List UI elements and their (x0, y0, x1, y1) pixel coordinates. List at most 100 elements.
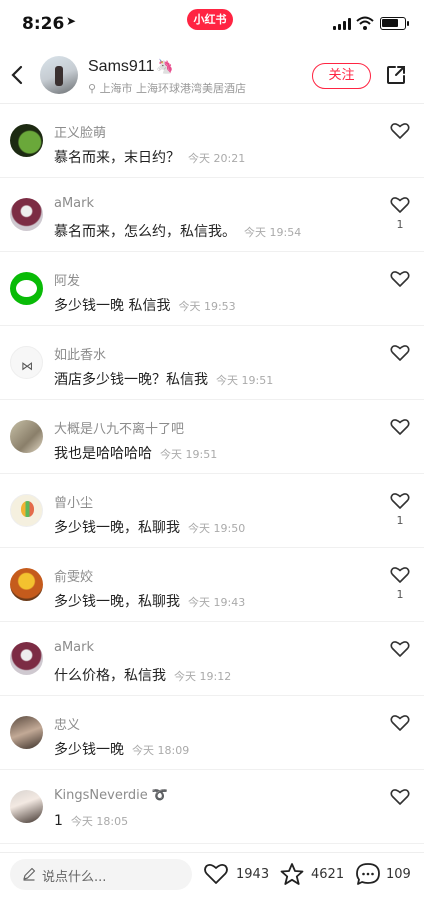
share-icon[interactable] (385, 64, 407, 86)
comment-time: 今天 19:50 (188, 522, 246, 535)
commenter-name[interactable]: 大概是八九不离十了吧 (54, 418, 184, 437)
commenter-avatar[interactable] (10, 790, 43, 823)
like-total: 1943 (236, 867, 270, 882)
like-count: 1 (396, 218, 404, 231)
heart-icon[interactable] (390, 418, 410, 436)
heart-icon[interactable] (390, 640, 410, 658)
comment-item[interactable]: KingsNeverdie ➰ 1 今天 18:05 (0, 770, 424, 844)
commenter-avatar[interactable] (10, 716, 43, 749)
heart-icon[interactable] (390, 492, 410, 510)
comment-text: 多少钱一晚 私信我 (54, 298, 171, 314)
comment-time: 今天 20:21 (188, 152, 246, 165)
comment-text-row[interactable]: 酒店多少钱一晚？私信我 今天 19:51 (54, 369, 273, 389)
comment-time: 今天 19:54 (244, 226, 302, 239)
commenter-name[interactable]: aMark (54, 640, 94, 655)
comment-text-row[interactable]: 多少钱一晚，私聊我 今天 19:43 (54, 591, 245, 611)
signal-icon (333, 18, 353, 30)
status-bar: 8:26 ➤ 小红书 (0, 0, 424, 44)
commenter-name[interactable]: 阿发 (54, 270, 80, 289)
comment-item[interactable]: 阿发 多少钱一晚 私信我 今天 19:53 (0, 252, 424, 326)
commenter-avatar[interactable] (10, 642, 43, 675)
comment-item[interactable]: aMark 什么价格，私信我 今天 19:12 (0, 622, 424, 696)
comment-text-row[interactable]: 慕名而来，怎么约，私信我。 今天 19:54 (54, 221, 301, 241)
heart-icon[interactable] (390, 344, 410, 362)
comment-text-row[interactable]: 什么价格，私信我 今天 19:12 (54, 665, 231, 685)
comment-text-row[interactable]: 慕名而来，末日约？ 今天 20:21 (54, 147, 245, 167)
balloon-icon (21, 501, 34, 517)
comment-time: 今天 18:05 (70, 815, 129, 828)
app-badge: 小红书 (187, 9, 233, 30)
comment-text: 1 (54, 813, 63, 829)
post-header: Sams911 🦄 ⚲ 上海市 上海环球港湾美居酒店 关注 (0, 48, 424, 104)
comment-item[interactable]: 曾小尘 多少钱一晚，私聊我 今天 19:50 1 (0, 474, 424, 548)
comment-text-row[interactable]: 多少钱一晚，私聊我 今天 19:50 (54, 517, 245, 537)
commenter-name[interactable]: 忠义 (54, 714, 80, 733)
commenter-avatar[interactable] (10, 420, 43, 453)
comment-item[interactable]: aMark 慕名而来，怎么约，私信我。 今天 19:54 1 (0, 178, 424, 252)
heart-icon[interactable] (390, 714, 410, 732)
comment-text: 多少钱一晚 (54, 742, 124, 758)
commenter-avatar[interactable] (10, 198, 43, 231)
commenter-avatar[interactable] (10, 124, 43, 157)
comment-item[interactable]: 大概是八九不离十了吧 我也是哈哈哈哈 今天 19:51 (0, 400, 424, 474)
heart-icon[interactable] (390, 788, 410, 806)
commenter-name[interactable]: 如此香水 (54, 344, 106, 363)
commenter-name[interactable]: 正义脸萌 (54, 122, 106, 141)
wechat-icon (16, 280, 37, 297)
comment-time: 今天 19:43 (188, 596, 246, 609)
location-row[interactable]: ⚲ 上海市 上海环球港湾美居酒店 (88, 80, 246, 96)
commenter-avatar[interactable] (10, 568, 43, 601)
comment-item[interactable]: 正义脸萌 慕名而来，末日约？ 今天 20:21 (0, 104, 424, 178)
comment-text: 慕名而来，怎么约，私信我。 (54, 224, 236, 240)
commenter-name[interactable]: aMark (54, 196, 94, 211)
commenter-avatar[interactable]: ⋈ (10, 346, 43, 379)
bow-icon: ⋈ (21, 359, 33, 373)
commenter-name[interactable]: 曾小尘 (54, 492, 93, 511)
back-icon[interactable] (6, 60, 30, 90)
comment-list[interactable]: 正义脸萌 慕名而来，末日约？ 今天 20:21 aMark 慕名而来，怎么约，私信… (0, 104, 424, 854)
comment-item[interactable]: 忠义 多少钱一晚 今天 18:09 (0, 696, 424, 770)
heart-icon (204, 863, 228, 884)
battery-level (382, 19, 398, 27)
comment-time: 今天 19:51 (160, 448, 218, 461)
star-icon (280, 863, 304, 885)
comment-input[interactable]: 说点什么... (10, 859, 192, 890)
bottom-action-bar: 说点什么... 1943 4621 109 (0, 852, 424, 901)
comment-text-row[interactable]: 1 今天 18:05 (54, 813, 128, 829)
follow-button[interactable]: 关注 (312, 63, 371, 89)
location-text[interactable]: 上海市 上海环球港湾美居酒店 (100, 82, 247, 95)
author-avatar[interactable] (40, 56, 78, 94)
author-name-row[interactable]: Sams911 🦄 (88, 58, 174, 76)
unicorn-icon: 🦄 (156, 58, 174, 74)
commenter-name[interactable]: KingsNeverdie ➰ (54, 788, 168, 803)
comment-item[interactable]: 俞雯姣 多少钱一晚，私聊我 今天 19:43 1 (0, 548, 424, 622)
comment-text-row[interactable]: 我也是哈哈哈哈 今天 19:51 (54, 443, 217, 463)
wifi-icon (356, 16, 374, 30)
comment-input-placeholder: 说点什么... (42, 870, 107, 885)
comment-time: 今天 19:12 (174, 670, 232, 683)
comment-text-row[interactable]: 多少钱一晚 私信我 今天 19:53 (54, 295, 236, 315)
comment-text-row[interactable]: 多少钱一晚 今天 18:09 (54, 739, 189, 759)
comment-time: 今天 19:53 (178, 300, 236, 313)
heart-icon[interactable] (390, 122, 410, 140)
pencil-icon (23, 867, 36, 881)
favorite-total: 4621 (311, 867, 345, 882)
comment-item[interactable]: ⋈ 如此香水 酒店多少钱一晚？私信我 今天 19:51 (0, 326, 424, 400)
heart-icon[interactable] (390, 270, 410, 288)
location-pin-icon: ⚲ (88, 82, 97, 95)
comment-time: 今天 18:09 (132, 744, 190, 757)
heart-icon[interactable] (390, 196, 410, 214)
heart-icon[interactable] (390, 566, 410, 584)
location-arrow-icon: ➤ (66, 14, 77, 28)
commenter-name[interactable]: 俞雯姣 (54, 566, 93, 585)
comment-time: 今天 19:51 (216, 374, 274, 387)
status-time: 8:26 (22, 14, 65, 34)
author-name[interactable]: Sams911 (88, 58, 154, 75)
comment-text: 酒店多少钱一晚？私信我 (54, 372, 208, 388)
commenter-avatar[interactable] (10, 272, 43, 305)
comment-total: 109 (386, 867, 411, 882)
comment-text: 多少钱一晚，私聊我 (54, 594, 180, 610)
comment-text: 慕名而来，末日约？ (54, 150, 180, 166)
battery-icon (380, 17, 409, 30)
commenter-avatar[interactable] (10, 494, 43, 527)
